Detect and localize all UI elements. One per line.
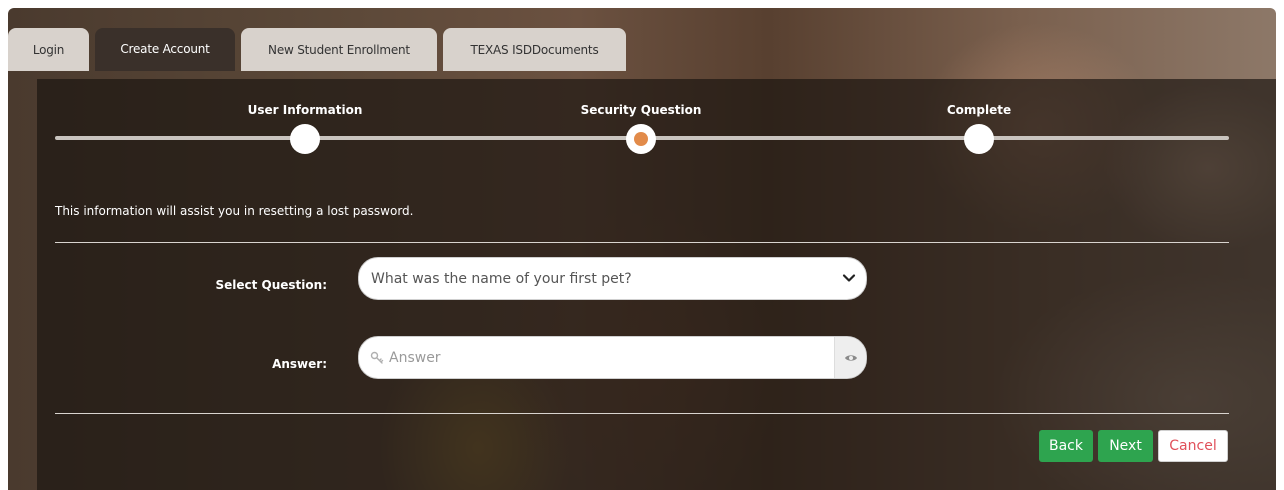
step-complete: Complete	[879, 103, 1079, 154]
show-answer-toggle[interactable]	[834, 337, 866, 378]
step-label: User Information	[247, 103, 363, 117]
back-button[interactable]: Back	[1039, 430, 1093, 462]
current-step-dot	[634, 132, 648, 146]
tab-texas-isd-documents[interactable]: TEXAS ISDDocuments	[443, 28, 626, 71]
info-text: This information will assist you in rese…	[55, 204, 414, 218]
select-question-label: Select Question:	[215, 278, 327, 292]
step-label: Complete	[946, 103, 1012, 117]
step-circle-pending	[964, 124, 994, 154]
step-user-information: User Information	[205, 103, 405, 154]
tab-label: TEXAS ISDDocuments	[470, 42, 599, 57]
cancel-button[interactable]: Cancel	[1158, 430, 1228, 462]
tab-create-account[interactable]: Create Account	[95, 28, 235, 71]
background-photo	[8, 8, 1276, 490]
divider-bottom	[55, 413, 1229, 414]
key-icon	[370, 351, 384, 364]
tab-bar: Login Create Account New Student Enrollm…	[8, 28, 632, 71]
step-label: Security Question	[580, 103, 702, 117]
eye-icon	[844, 354, 857, 361]
answer-label: Answer:	[272, 357, 327, 371]
tab-login[interactable]: Login	[8, 28, 89, 71]
tab-label: New Student Enrollment	[268, 42, 410, 57]
step-circle-current	[626, 124, 656, 154]
answer-field	[358, 336, 867, 379]
tab-label: Login	[32, 42, 65, 57]
security-question-value: What was the name of your first pet?	[371, 270, 632, 287]
step-security-question: Security Question	[541, 103, 741, 154]
chevron-down-icon	[842, 274, 856, 282]
security-question-select[interactable]: What was the name of your first pet?	[358, 257, 867, 300]
next-button[interactable]: Next	[1098, 430, 1153, 462]
answer-input[interactable]	[389, 337, 829, 378]
tab-label: Create Account	[120, 42, 210, 56]
tab-new-student-enrollment[interactable]: New Student Enrollment	[241, 28, 437, 71]
divider-top	[55, 242, 1229, 243]
step-circle-done	[290, 124, 320, 154]
